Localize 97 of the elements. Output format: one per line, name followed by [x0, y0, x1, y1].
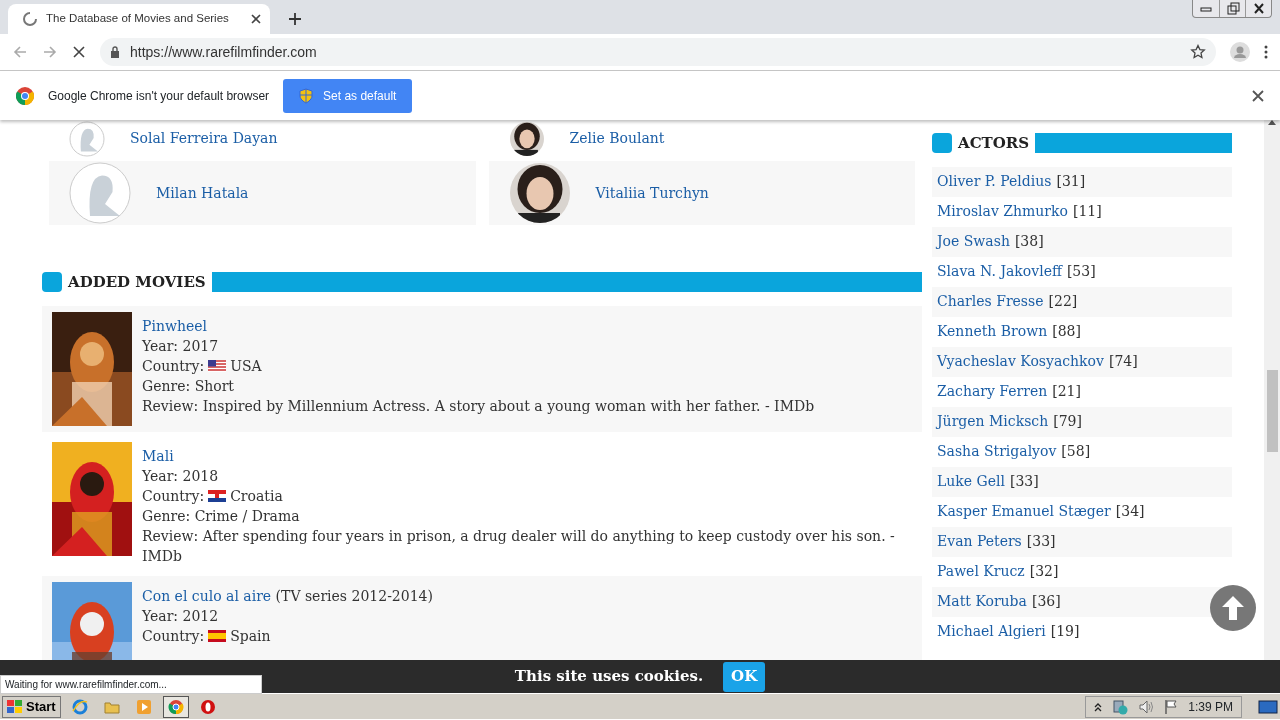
actor-count: [33] — [1009, 472, 1039, 491]
stop-icon[interactable] — [72, 45, 86, 59]
chrome-logo-icon — [16, 86, 34, 105]
windows-logo-icon — [7, 699, 23, 714]
shield-icon — [299, 87, 314, 104]
person-link[interactable]: Zelie Boulant — [569, 128, 665, 149]
set-default-button[interactable]: Set as default — [283, 78, 413, 113]
movie-year: Year: 2018 — [142, 466, 220, 486]
ie-icon — [71, 698, 88, 715]
actor-link[interactable]: Slava N. Jakovleff — [937, 261, 1062, 282]
actor-count: [34] — [1115, 502, 1145, 521]
cookie-message: This site uses cookies. — [514, 666, 704, 688]
chevron-up-icon[interactable] — [1094, 701, 1103, 712]
actor-count: [79] — [1053, 412, 1082, 431]
scroll-top-button[interactable] — [1210, 585, 1256, 631]
actor-count: [22] — [1048, 292, 1078, 311]
person-link[interactable]: Milan Hatala — [156, 182, 249, 204]
new-tab-icon[interactable] — [288, 12, 302, 26]
opera-logo-icon — [199, 698, 216, 715]
actor-count: [74] — [1108, 352, 1138, 371]
actor-link[interactable]: Evan Peters — [937, 531, 1022, 552]
section-marker-icon — [932, 133, 952, 154]
browser-tab[interactable]: The Database of Movies and Series — [8, 4, 270, 34]
actor-link[interactable]: Charles Fresse — [937, 291, 1044, 312]
actor-count: [33] — [1026, 532, 1056, 551]
country-label: Country: — [142, 486, 205, 506]
actor-link[interactable]: Vyacheslav Kosyachkov — [937, 351, 1104, 372]
country-label: Country: — [142, 356, 205, 376]
movie-title-link[interactable]: Pinwheel — [142, 317, 207, 334]
movie-genre: Genre: Crime / Drama — [142, 506, 301, 526]
flag-icon — [208, 489, 227, 502]
person-link[interactable]: Solal Ferreira Dayan — [130, 128, 278, 149]
actor-count: [19] — [1050, 622, 1080, 641]
status-text: Waiting for www.rarefilmfinder.com... — [0, 675, 262, 694]
series-note: (TV series 2012-2014) — [275, 587, 433, 604]
section-title: ACTORS — [958, 133, 1030, 154]
movie-review: Review: After spending four years in prison, a drug dealer will do anything to keep custody over his son. - IMDb — [142, 526, 896, 566]
actor-link[interactable]: Miroslav Zhmurko — [937, 201, 1068, 222]
network-icon[interactable] — [1112, 698, 1129, 715]
actor-link[interactable]: Kenneth Brown — [937, 321, 1048, 342]
actor-count: [32] — [1029, 562, 1059, 581]
flag-icon[interactable] — [1164, 698, 1179, 715]
url-text: https://www.rarefilmfinder.com — [130, 42, 318, 62]
actor-count: [21] — [1052, 382, 1081, 401]
actor-count: [31] — [1056, 172, 1086, 191]
tab-title: The Database of Movies and Series — [46, 11, 230, 27]
actor-link[interactable]: Sasha Strigalyov — [937, 441, 1057, 462]
show-desktop-icon[interactable] — [1258, 698, 1278, 715]
avatar-icon — [69, 120, 105, 157]
taskbar-app[interactable] — [162, 695, 189, 718]
section-marker-icon — [42, 272, 62, 293]
actor-count: [53] — [1066, 262, 1096, 281]
actor-count: [88] — [1052, 322, 1081, 341]
actor-count: [38] — [1014, 232, 1044, 251]
close-icon[interactable] — [1252, 89, 1264, 102]
actor-link[interactable]: Pawel Krucz — [937, 561, 1025, 582]
movie-title-link[interactable]: Con el culo al aire — [142, 587, 272, 604]
actor-link[interactable]: Joe Swash — [937, 231, 1010, 252]
actor-link[interactable]: Oliver P. Peldius — [937, 171, 1052, 192]
close-icon[interactable] — [250, 13, 262, 25]
clock-text: 1:39 PM — [1188, 698, 1233, 716]
volume-icon[interactable] — [1138, 698, 1155, 715]
movie-title-link[interactable]: Mali — [142, 447, 174, 464]
address-bar[interactable]: https://www.rarefilmfinder.com — [100, 38, 1216, 66]
actor-count: [58] — [1061, 442, 1091, 461]
movie-review: Review: Inspired by Millennium Actress. A story about a young woman with her father. - IMDb — [142, 396, 815, 416]
country-label: Country: — [142, 626, 205, 646]
chrome-logo-icon — [167, 698, 184, 715]
actor-link[interactable]: Zachary Ferren — [937, 381, 1048, 402]
actor-link[interactable]: Michael Algieri — [937, 621, 1046, 642]
scrollbar[interactable] — [1264, 120, 1280, 660]
country-name: USA — [230, 356, 262, 376]
flag-icon — [208, 359, 227, 372]
movie-genre: Genre: Short — [142, 376, 235, 396]
media-player-icon — [135, 698, 152, 715]
profile-icon[interactable] — [1230, 42, 1250, 62]
actor-link[interactable]: Jürgen Micksch — [937, 411, 1049, 432]
section-title: ADDED MOVIES — [68, 272, 206, 293]
lock-icon — [110, 46, 120, 58]
scrollbar-thumb[interactable] — [1266, 370, 1278, 452]
movie-year: Year: 2012 — [142, 606, 220, 626]
actor-link[interactable]: Matt Koruba — [937, 591, 1027, 612]
country-name: Croatia — [230, 486, 283, 506]
actor-link[interactable]: Kasper Emanuel Stæger — [937, 501, 1111, 522]
movie-year: Year: 2017 — [142, 336, 220, 356]
scroll-up-icon — [1268, 120, 1276, 125]
star-icon[interactable] — [1190, 44, 1206, 60]
actor-count: [36] — [1031, 592, 1061, 611]
actor-link[interactable]: Luke Gell — [937, 471, 1005, 492]
actor-count: [11] — [1072, 202, 1102, 221]
menu-icon[interactable] — [1264, 44, 1268, 60]
person-link[interactable]: Vitaliia Turchyn — [595, 182, 709, 204]
start-button[interactable]: Start — [2, 695, 61, 718]
country-name: Spain — [230, 626, 271, 646]
restore-icon[interactable] — [1224, 1, 1241, 16]
infobar-message: Google Chrome isn't your default browser — [48, 87, 270, 105]
flag-icon — [208, 629, 227, 642]
